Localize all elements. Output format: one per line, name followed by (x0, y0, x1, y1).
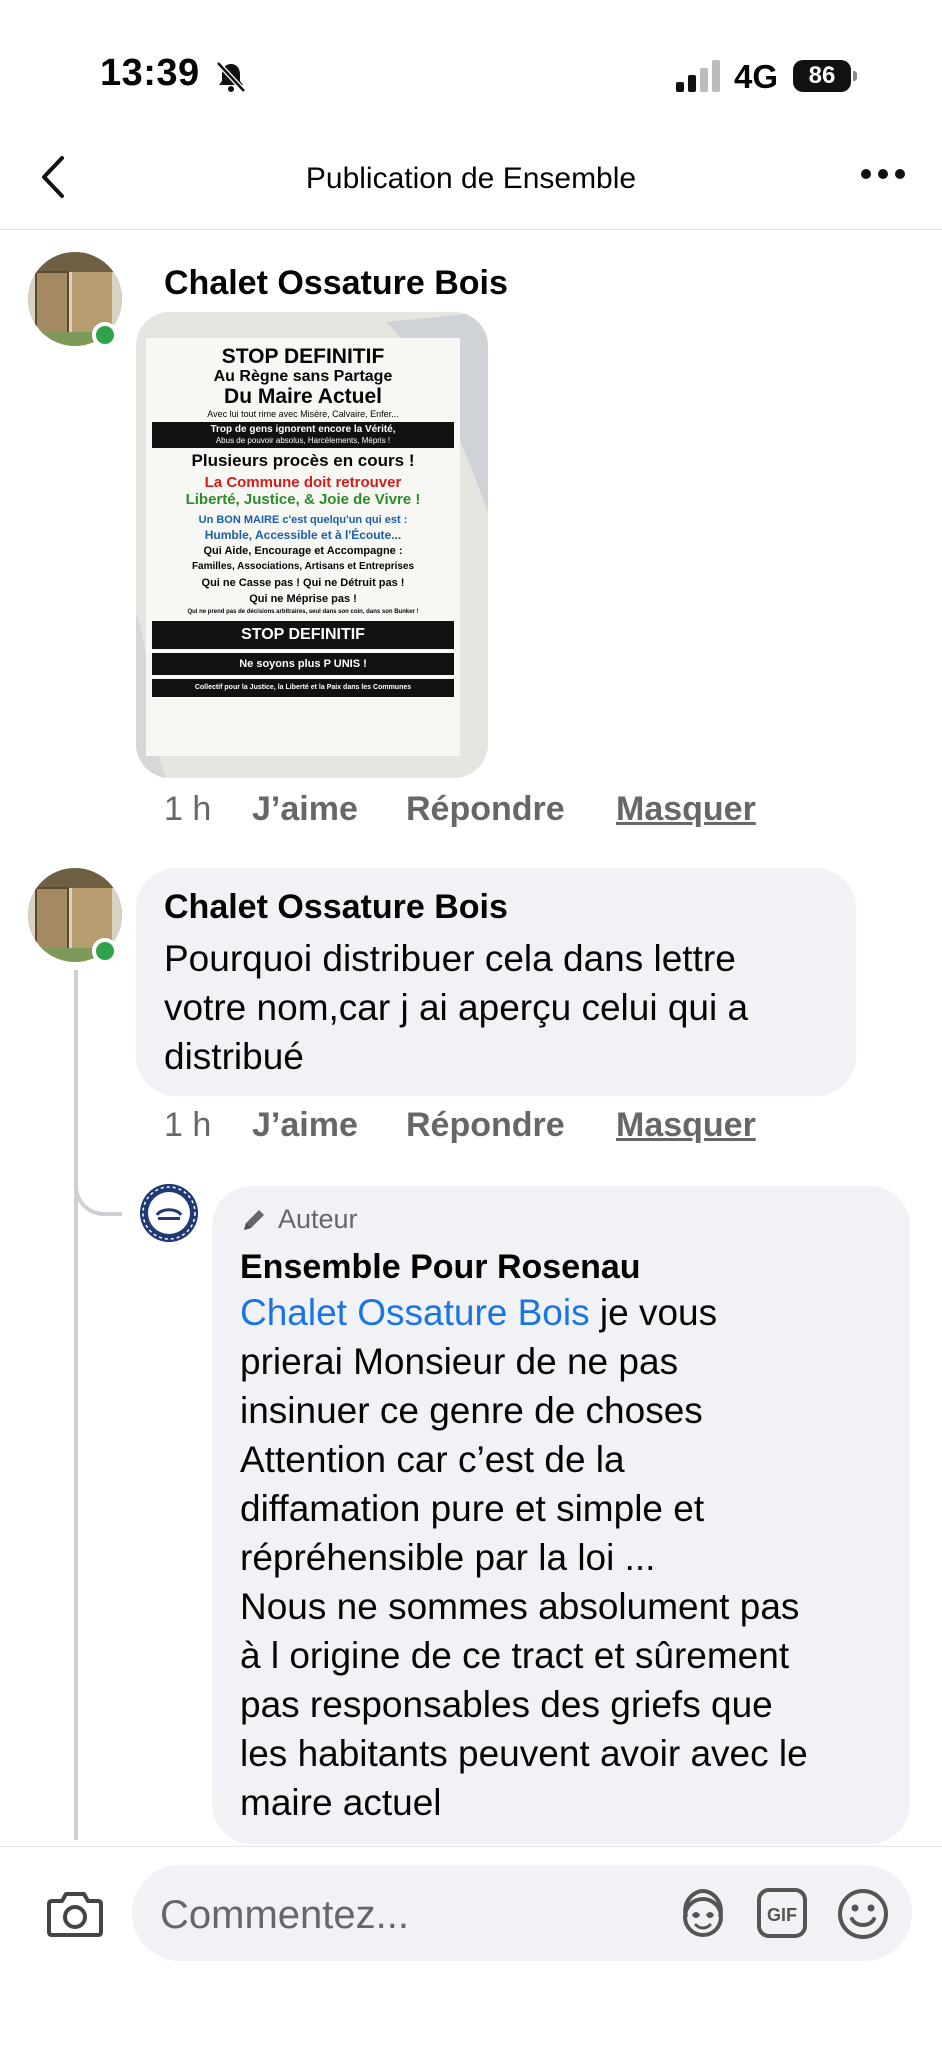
reply-bubble[interactable]: Auteur Ensemble Pour Rosenau Chalet Ossa… (212, 1186, 910, 1844)
flyer-line: STOP DEFINITIF (221, 345, 385, 368)
comment-line: pas responsables des griefs que (240, 1684, 773, 1725)
hide-button[interactable]: Masquer (616, 1106, 756, 1145)
ensemble-logo-icon (140, 1184, 198, 1242)
comment-line: répréhensible par la loi ... (240, 1537, 656, 1578)
thread-connector (74, 1150, 122, 1216)
author-badge-label: Auteur (278, 1204, 358, 1234)
pencil-icon (244, 1209, 264, 1230)
flyer-line: Collectif pour la Justice, la Liberté et… (152, 679, 454, 697)
flyer-line: Abus de pouvoir absolus, Harcèlements, M… (215, 436, 391, 445)
comment-composer: Commentez... GIF (0, 1846, 942, 2048)
flyer-line: Trop de gens ignorent encore la Vérité, (210, 424, 396, 435)
more-options-icon[interactable] (860, 164, 906, 184)
comment-time: 1 h (164, 790, 212, 828)
emoji-icon[interactable] (836, 1887, 890, 1941)
nav-header: Publication de Ensemble (0, 140, 942, 230)
comment-author[interactable]: Ensemble Pour Rosenau (240, 1248, 641, 1287)
flyer-line: Qui Aide, Encourage et Accompagne : (203, 545, 403, 557)
flyer-content: STOP DEFINITIF Au Règne sans Partage Du … (146, 346, 460, 697)
reply-button[interactable]: Répondre (406, 790, 565, 829)
flyer-line: Au Règne sans Partage (213, 368, 393, 385)
comment-line: distribué (164, 1036, 304, 1077)
network-type: 4G (734, 58, 779, 95)
comment-line: Chalet Ossature Bois je vous (240, 1288, 900, 1337)
avatar[interactable] (140, 1184, 198, 1242)
comment-line: maire actuel (240, 1782, 442, 1823)
online-status-dot (92, 938, 118, 964)
comment-line: les habitants peuvent avoir avec le (240, 1733, 808, 1774)
flyer-line: Familles, Associations, Artisans et Entr… (191, 561, 415, 572)
flyer-line: Humble, Accessible et à l'Écoute... (204, 528, 402, 542)
bell-muted-icon (216, 61, 246, 93)
comment-line: Nous ne sommes absolument pas (240, 1586, 800, 1627)
reply-button[interactable]: Répondre (406, 1106, 565, 1145)
comment-line: votre nom,car j ai aperçu celui qui a (164, 987, 749, 1028)
flyer-line: STOP DEFINITIF (152, 621, 454, 649)
flyer-line: Liberté, Justice, & Joie de Vivre ! (185, 491, 421, 508)
comment-actions: 1 h J’aime Répondre Masquer (164, 790, 864, 840)
comment-time: 1 h (164, 1106, 212, 1144)
author-badge: Auteur (240, 1204, 358, 1235)
comment-line-rest: je vous (589, 1292, 718, 1333)
battery-level: 86 (793, 60, 851, 92)
comment-line: Attention car c’est de la (240, 1439, 625, 1480)
comment-line: à l origine de ce tract et sûrement (240, 1635, 790, 1676)
comment-text: Chalet Ossature Bois je vous prierai Mon… (240, 1288, 900, 1827)
like-button[interactable]: J’aime (252, 790, 358, 829)
mention-link[interactable]: Chalet Ossature Bois (240, 1292, 590, 1333)
flyer-line: Avec lui tout rime avec Misère, Calvaire… (207, 409, 399, 419)
thread-line (74, 970, 78, 1840)
comment-text: Pourquoi distribuer cela dans lettre vot… (164, 934, 844, 1081)
comment-author[interactable]: Chalet Ossature Bois (164, 264, 508, 303)
flyer-line: Qui ne Méprise pas ! (249, 593, 357, 605)
comment-line: Pourquoi distribuer cela dans lettre (164, 938, 736, 979)
comment-line: diffamation pure et simple et (240, 1488, 705, 1529)
flyer-line: Ne soyons plus P UNIS ! (152, 653, 454, 675)
camera-icon[interactable] (46, 1887, 104, 1939)
svg-text:GIF: GIF (767, 1905, 797, 1925)
comment-actions: 1 h J’aime Répondre Masquer (164, 1106, 864, 1156)
battery-icon: 86 (793, 60, 857, 92)
flyer-line: Plusieurs procès en cours ! (191, 451, 415, 470)
comment-author[interactable]: Chalet Ossature Bois (164, 888, 508, 927)
comment-line: insinuer ce genre de choses (240, 1390, 703, 1431)
flyer-line: Qui ne prend pas de décisions arbitraire… (187, 609, 419, 615)
flyer-line: La Commune doit retrouver (204, 474, 402, 491)
gif-icon[interactable]: GIF (756, 1887, 808, 1939)
page-title: Publication de Ensemble (305, 162, 637, 195)
status-bar: 13:39 4G 86 (0, 0, 942, 140)
flyer-line: Du Maire Actuel (224, 385, 382, 408)
comment-bubble[interactable]: Chalet Ossature Bois Pourquoi distribuer… (136, 868, 856, 1096)
hide-button[interactable]: Masquer (616, 790, 756, 829)
comment-line: prierai Monsieur de ne pas (240, 1341, 679, 1382)
comment-image[interactable]: STOP DEFINITIF Au Règne sans Partage Du … (136, 312, 488, 778)
avatar-sticker-icon[interactable] (676, 1887, 730, 1941)
flyer-line: Qui ne Casse pas ! Qui ne Détruit pas ! (201, 577, 405, 589)
status-time: 13:39 (100, 52, 200, 94)
signal-icon (676, 60, 720, 92)
online-status-dot (92, 322, 118, 348)
like-button[interactable]: J’aime (252, 1106, 358, 1145)
comment-input-placeholder: Commentez... (160, 1893, 409, 1937)
flyer-line: Un BON MAIRE c'est quelqu'un qui est : (198, 514, 408, 526)
